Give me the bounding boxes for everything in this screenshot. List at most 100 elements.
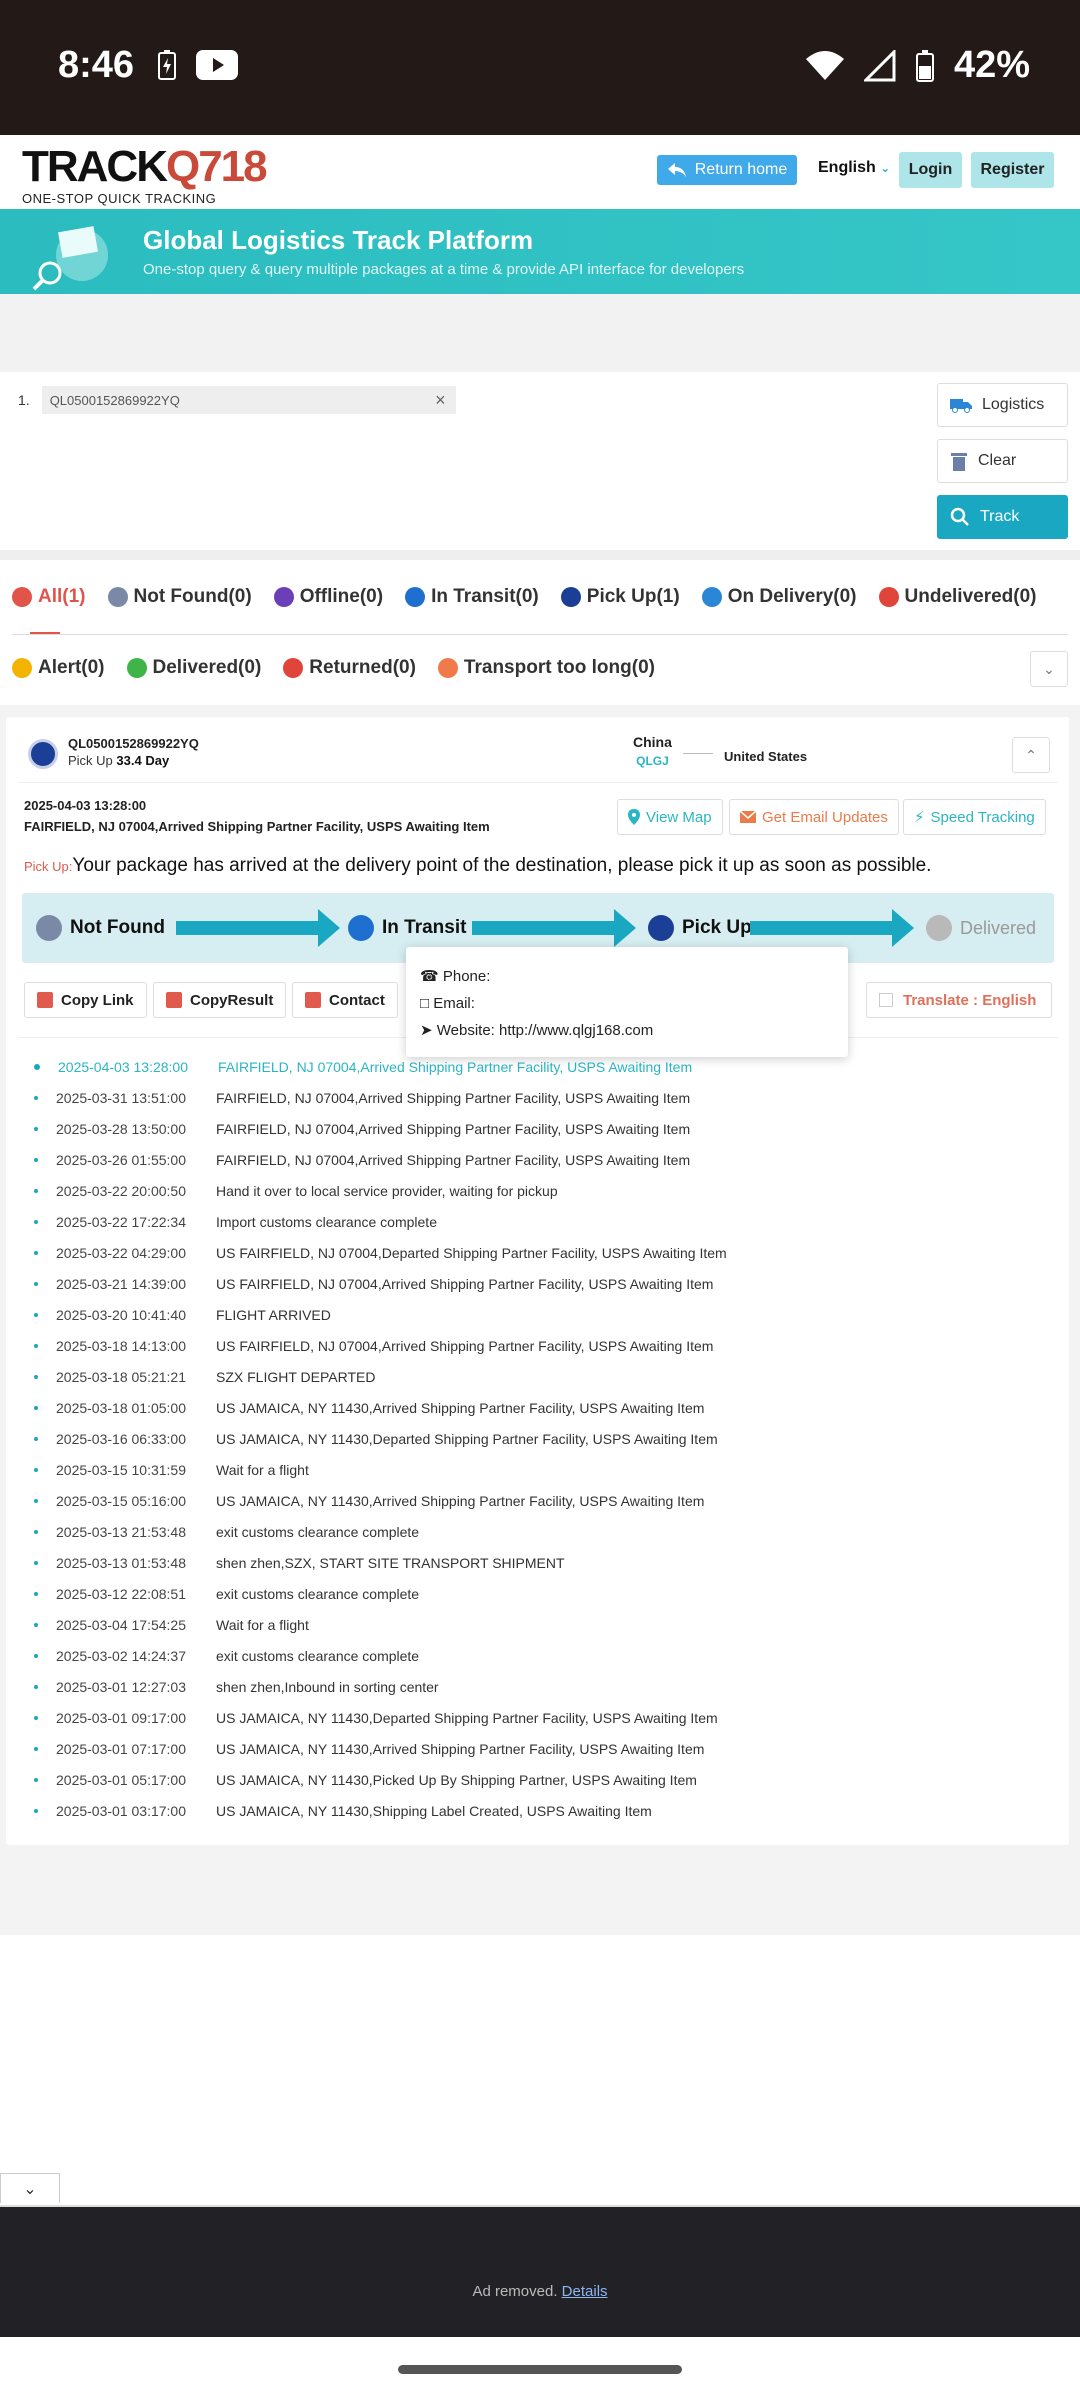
trash-icon <box>951 453 967 471</box>
timeline-event: 2025-03-01 09:17:00 US JAMAICA, NY 11430,… <box>24 1702 1064 1733</box>
tab-transport-too-long[interactable]: Transport too long(0) <box>437 657 655 679</box>
tab-alert[interactable]: Alert(0) <box>12 657 105 679</box>
timeline-event: 2025-03-02 14:24:37 exit customs clearanc… <box>24 1640 1064 1671</box>
timeline-event: 2025-03-01 12:27:03 shen zhen,Inbound in … <box>24 1671 1064 1702</box>
copy-result-button[interactable]: CopyResult <box>153 982 287 1018</box>
timeline-event: 2025-03-16 06:33:00 US JAMAICA, NY 11430,… <box>24 1423 1064 1454</box>
tab-all[interactable]: All(1) <box>12 586 86 608</box>
tab-pick-up[interactable]: Pick Up(1) <box>560 586 680 608</box>
phone-icon: ☎ <box>420 968 439 985</box>
battery-charging-icon <box>158 50 176 80</box>
timeline-dot <box>34 1622 38 1627</box>
close-icon[interactable]: × <box>435 390 446 411</box>
origin-country: China QLGJ <box>633 734 672 768</box>
track-form: 1. QL0500152869922YQ × Logistics Clear T… <box>0 372 1080 550</box>
return-home-button[interactable]: Return home <box>657 155 797 185</box>
tab-status-icon <box>878 587 899 607</box>
tab-on-delivery[interactable]: On Delivery(0) <box>701 586 857 608</box>
timeline-dot <box>34 1312 38 1317</box>
contact-button[interactable]: Contact <box>292 982 398 1018</box>
language-select[interactable]: English ⌄ <box>818 159 890 177</box>
timeline-event: 2025-03-12 22:08:51 exit customs clearanc… <box>24 1578 1064 1609</box>
tab-status-icon <box>273 587 294 607</box>
popup-website[interactable]: ➤ Website: http://www.qlgj168.com <box>420 1017 834 1044</box>
timeline-dot <box>34 1560 38 1565</box>
timeline-dot <box>34 1436 38 1441</box>
collapse-card-button[interactable]: ⌃ <box>1012 737 1050 773</box>
timeline-event: 2025-03-18 01:05:00 US JAMAICA, NY 11430,… <box>24 1392 1064 1423</box>
timeline-dot <box>34 1250 38 1255</box>
timeline-dot <box>34 1188 38 1193</box>
timeline-dot <box>34 1529 38 1534</box>
site-header: TRACKQ718 ONE-STOP QUICK TRACKING Return… <box>0 135 1080 209</box>
latest-event-location: FAIRFIELD, NJ 07004,Arrived Shipping Par… <box>24 819 490 834</box>
translate-checkbox[interactable] <box>879 993 893 1007</box>
timeline-dot <box>34 1746 38 1751</box>
chevron-down-icon: ⌄ <box>880 161 891 175</box>
tab-in-transit[interactable]: In Transit(0) <box>405 586 539 608</box>
clear-button[interactable]: Clear <box>937 439 1068 483</box>
speed-tracking-button[interactable]: ⚡ Speed Tracking <box>903 799 1046 835</box>
event-timeline: 2025-04-03 13:28:00 FAIRFIELD, NJ 07004,A… <box>24 1051 1064 1826</box>
truck-icon <box>950 399 972 413</box>
mail-icon <box>740 811 756 823</box>
tab-status-icon <box>405 587 426 607</box>
collapse-ad-button[interactable]: ⌄ <box>0 2173 60 2203</box>
timeline-event: 2025-03-01 05:17:00 US JAMAICA, NY 11430,… <box>24 1764 1064 1795</box>
map-pin-icon <box>628 809 640 825</box>
home-gesture-bar[interactable] <box>398 2365 682 2374</box>
row-number: 1. <box>18 392 30 408</box>
banner-subtitle: One-stop query & query multiple packages… <box>143 261 745 278</box>
view-map-button[interactable]: View Map <box>617 799 723 835</box>
step-delivered: Delivered <box>926 915 1036 941</box>
contact-icon <box>305 992 321 1008</box>
timeline-event: 2025-03-31 13:51:00 FAIRFIELD, NJ 07004,A… <box>24 1082 1064 1113</box>
login-button[interactable]: Login <box>899 152 962 188</box>
hero-banner: Global Logistics Track Platform One-stop… <box>0 209 1080 294</box>
timeline-dot <box>34 1653 38 1658</box>
timeline-dot <box>34 1157 38 1162</box>
timeline-dot <box>34 1684 38 1689</box>
wifi-icon <box>805 50 844 80</box>
timeline-event: 2025-03-15 10:31:59 Wait for a flight <box>24 1454 1064 1485</box>
tab-undelivered[interactable]: Undelivered(0) <box>878 586 1037 608</box>
tab-delivered[interactable]: Delivered(0) <box>126 657 261 679</box>
check-icon <box>926 915 952 941</box>
register-button[interactable]: Register <box>971 152 1054 188</box>
card-tracking-number[interactable]: QL0500152869922YQ <box>68 736 199 751</box>
timeline-dot <box>34 1063 40 1070</box>
translate-toggle[interactable]: Translate : English <box>866 982 1052 1018</box>
track-button[interactable]: Track <box>937 495 1068 539</box>
timeline-event: 2025-03-22 20:00:50 Hand it over to local… <box>24 1175 1064 1206</box>
ad-details-link[interactable]: Details <box>562 2283 608 2300</box>
tab-not-found[interactable]: Not Found(0) <box>107 586 252 608</box>
tab-offline[interactable]: Offline(0) <box>273 586 383 608</box>
timeline-dot <box>34 1095 38 1100</box>
expand-filters-button[interactable]: ⌄ <box>1030 651 1068 687</box>
send-icon: ➤ <box>420 1022 433 1039</box>
status-bar: 8:46 42% <box>0 0 1080 135</box>
carrier-name[interactable]: QLGJ <box>633 754 672 768</box>
timeline-dot <box>34 1808 38 1813</box>
timeline-dot <box>34 1498 38 1503</box>
battery-icon <box>915 49 934 82</box>
tab-status-icon <box>12 587 32 607</box>
email-updates-button[interactable]: Get Email Updates <box>729 799 899 835</box>
result-card: QL0500152869922YQ Pick Up 33.4 Day China… <box>6 717 1069 1845</box>
tab-status-icon <box>12 658 32 678</box>
timeline-event: 2025-03-15 05:16:00 US JAMAICA, NY 11430,… <box>24 1485 1064 1516</box>
timeline-event: 2025-03-22 17:22:34 Import customs cleara… <box>24 1206 1064 1237</box>
battery-percent: 42% <box>953 44 1030 86</box>
tab-status-icon <box>701 587 722 607</box>
chat-icon: □ <box>420 995 430 1012</box>
chevron-down-icon: ⌄ <box>23 2180 37 2198</box>
logistics-button[interactable]: Logistics <box>937 383 1068 427</box>
truck-icon <box>348 915 374 941</box>
copy-link-button[interactable]: Copy Link <box>24 982 147 1018</box>
card-header: QL0500152869922YQ Pick Up 33.4 Day China… <box>18 727 1058 783</box>
tracking-number-input[interactable]: QL0500152869922YQ × <box>41 386 456 414</box>
logistics-globe-icon <box>32 226 108 291</box>
tab-returned[interactable]: Returned(0) <box>283 657 416 679</box>
site-logo[interactable]: TRACKQ718 ONE-STOP QUICK TRACKING <box>22 145 268 207</box>
card-status: Pick Up 33.4 Day <box>68 753 170 768</box>
